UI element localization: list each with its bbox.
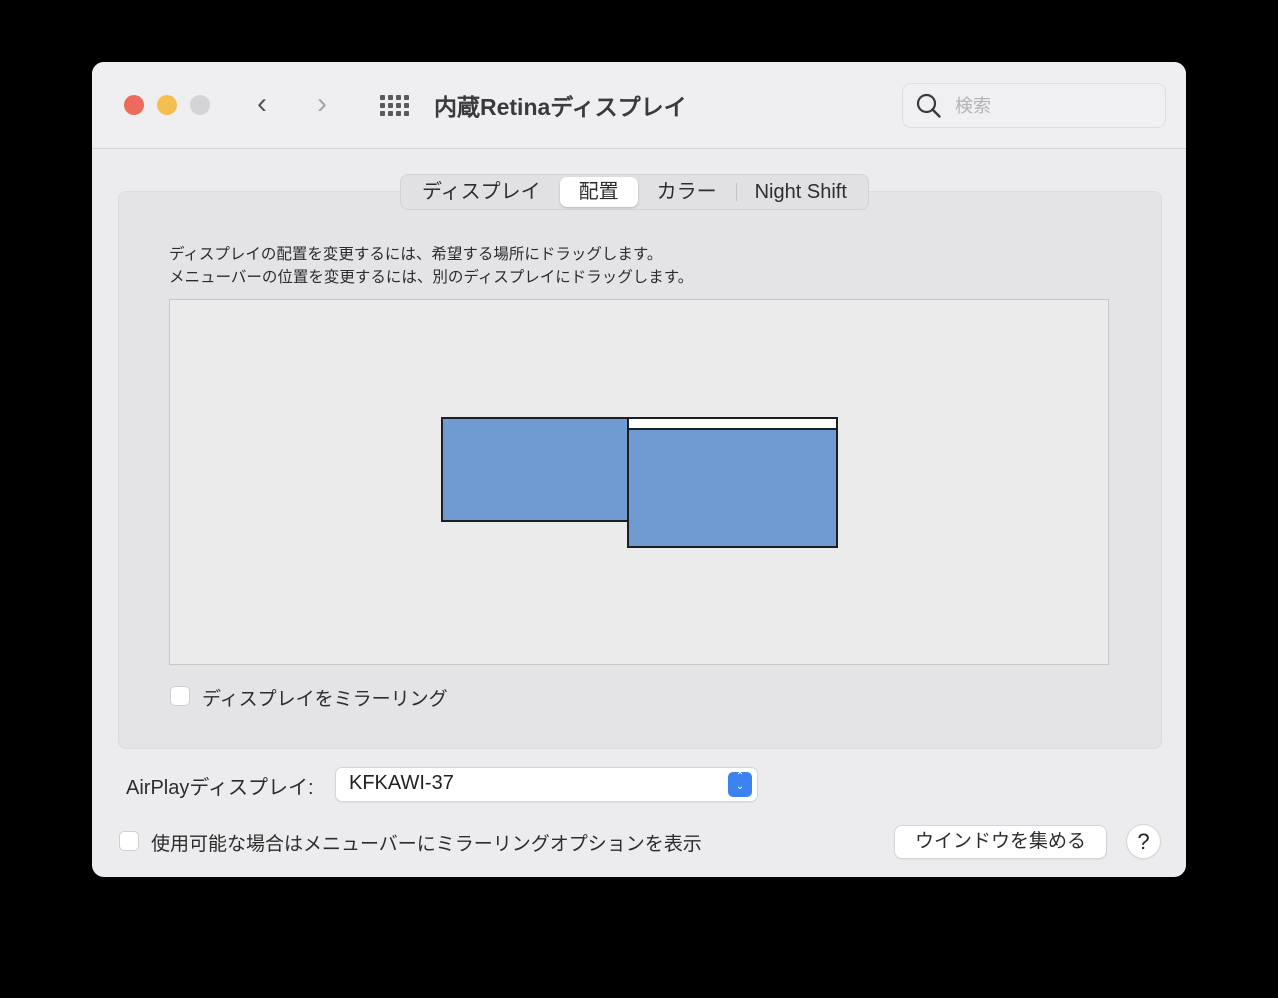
search-icon — [916, 93, 941, 118]
minimize-button[interactable] — [157, 95, 177, 115]
close-button[interactable] — [124, 95, 144, 115]
secondary-display[interactable] — [441, 417, 629, 522]
help-button[interactable]: ? — [1127, 825, 1160, 858]
display-arrangement-area — [169, 299, 1109, 665]
menubar-indicator[interactable] — [629, 419, 836, 430]
forward-button[interactable]: › — [317, 86, 327, 122]
airplay-display-select[interactable]: KFKAWI-37 ⌃ ⌄ — [336, 768, 757, 801]
main-display[interactable] — [627, 417, 838, 548]
arrangement-instructions: ディスプレイの配置を変更するには、希望する場所にドラッグします。 メニューバーの… — [169, 243, 693, 289]
search-input[interactable] — [953, 93, 1157, 119]
airplay-selected-value: KFKAWI-37 — [349, 772, 454, 794]
mirror-displays-checkbox[interactable] — [170, 686, 190, 706]
search-field[interactable] — [902, 83, 1166, 128]
title-bar: ‹ › 内蔵Retinaディスプレイ — [92, 62, 1186, 149]
tab-night-shift[interactable]: Night Shift — [735, 177, 866, 207]
tab-color[interactable]: カラー — [638, 177, 736, 207]
show-mirroring-options-label: 使用可能な場合はメニューバーにミラーリングオプションを表示 — [151, 834, 702, 855]
tab-display[interactable]: ディスプレイ — [403, 177, 560, 207]
mirror-displays-label: ディスプレイをミラーリング — [202, 689, 448, 710]
tab-arrangement[interactable]: 配置 — [559, 177, 638, 207]
instruction-line-2: メニューバーの位置を変更するには、別のディスプレイにドラッグします。 — [169, 269, 694, 286]
back-button[interactable]: ‹ — [257, 86, 267, 122]
show-all-grid-icon[interactable] — [380, 95, 412, 116]
zoom-button[interactable] — [190, 95, 210, 115]
instruction-line-1: ディスプレイの配置を変更するには、希望する場所にドラッグします。 — [169, 246, 663, 263]
window-title: 内蔵Retinaディスプレイ — [434, 94, 687, 120]
show-mirroring-options-checkbox[interactable] — [119, 831, 139, 851]
airplay-display-label: AirPlayディスプレイ: — [126, 777, 314, 799]
tab-bar: ディスプレイ 配置 カラー Night Shift — [400, 174, 869, 210]
gather-windows-button[interactable]: ウインドウを集める — [895, 826, 1106, 858]
chevron-up-down-icon: ⌃ ⌄ — [728, 772, 752, 797]
system-preferences-window: ‹ › 内蔵Retinaディスプレイ ディスプレイ 配置 カラー Night S… — [92, 62, 1186, 877]
